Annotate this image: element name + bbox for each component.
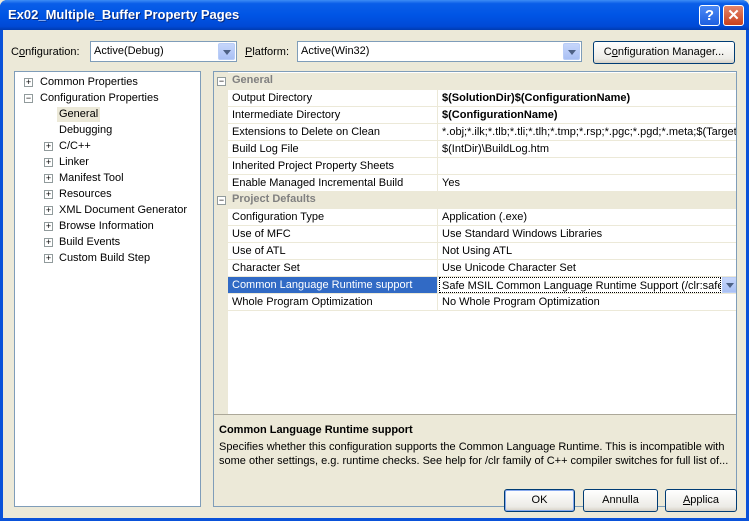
property-row-inherited-property-sheets[interactable]: Inherited Project Property Sheets — [228, 158, 736, 175]
description-text: Specifies whether this configuration sup… — [219, 441, 729, 467]
cancel-button[interactable]: Annulla — [583, 489, 658, 512]
property-row-build-log-file[interactable]: Build Log File $(IntDir)\BuildLog.htm — [228, 141, 736, 158]
property-grid[interactable]: − General Output Directory $(SolutionDir… — [213, 71, 737, 507]
chevron-down-icon[interactable] — [722, 277, 736, 293]
collapse-icon[interactable]: − — [217, 77, 226, 86]
property-row-output-directory[interactable]: Output Directory $(SolutionDir)$(Configu… — [228, 90, 736, 107]
property-row-character-set[interactable]: Character Set Use Unicode Character Set — [228, 260, 736, 277]
property-row-managed-incremental-build[interactable]: Enable Managed Incremental Build Yes — [228, 175, 736, 192]
apply-button[interactable]: Applica — [665, 489, 737, 512]
grid-gutter — [214, 72, 228, 414]
category-project-defaults[interactable]: − Project Defaults — [214, 192, 736, 209]
expand-icon[interactable]: + — [44, 222, 53, 231]
platform-value: Active(Win32) — [301, 45, 370, 57]
clr-support-dropdown[interactable]: Safe MSIL Common Language Runtime Suppor… — [439, 277, 721, 293]
configuration-label: Configuration: — [11, 46, 80, 58]
expand-icon[interactable]: + — [44, 190, 53, 199]
ok-button[interactable]: OK — [504, 489, 575, 512]
close-icon[interactable]: ✕ — [723, 5, 744, 26]
configuration-value: Active(Debug) — [94, 45, 164, 57]
expand-icon[interactable]: + — [44, 142, 53, 151]
configuration-manager-button[interactable]: Configuration Manager... — [593, 41, 735, 64]
category-general[interactable]: − General — [214, 73, 736, 90]
property-row-configuration-type[interactable]: Configuration Type Application (.exe) — [228, 209, 736, 226]
property-tree[interactable]: + Common Properties − Configuration Prop… — [14, 71, 201, 507]
property-row-use-of-atl[interactable]: Use of ATL Not Using ATL — [228, 243, 736, 260]
property-row-clr-support[interactable]: Common Language Runtime support Safe MSI… — [228, 277, 736, 294]
description-panel: Common Language Runtime support Specifie… — [214, 414, 736, 506]
collapse-icon[interactable]: − — [24, 94, 33, 103]
platform-dropdown[interactable]: Active(Win32) — [297, 41, 582, 62]
expand-icon[interactable]: + — [44, 158, 53, 167]
title-bar[interactable]: Ex02_Multiple_Buffer Property Pages ? ✕ — [0, 0, 749, 30]
expand-icon[interactable]: + — [24, 78, 33, 87]
expand-icon[interactable]: + — [44, 238, 53, 247]
expand-icon[interactable]: + — [44, 254, 53, 263]
chevron-down-icon[interactable] — [563, 43, 580, 60]
chevron-down-icon[interactable] — [218, 43, 235, 60]
window-title: Ex02_Multiple_Buffer Property Pages — [8, 7, 240, 22]
platform-label: Platform: — [245, 46, 290, 58]
property-row-intermediate-directory[interactable]: Intermediate Directory $(ConfigurationNa… — [228, 107, 736, 124]
expand-icon[interactable]: + — [44, 206, 53, 215]
property-pages-window: Ex02_Multiple_Buffer Property Pages ? ✕ … — [0, 0, 749, 521]
property-row-use-of-mfc[interactable]: Use of MFC Use Standard Windows Librarie… — [228, 226, 736, 243]
property-row-whole-program-optimization[interactable]: Whole Program Optimization No Whole Prog… — [228, 294, 736, 311]
collapse-icon[interactable]: − — [217, 196, 226, 205]
configuration-dropdown[interactable]: Active(Debug) — [90, 41, 237, 62]
description-title: Common Language Runtime support — [219, 424, 413, 436]
help-icon[interactable]: ? — [699, 5, 720, 26]
property-row-extensions-to-delete[interactable]: Extensions to Delete on Clean *.obj;*.il… — [228, 124, 736, 141]
dialog-client-area: Configuration: Active(Debug) Platform: A… — [3, 30, 746, 518]
expand-icon[interactable]: + — [44, 174, 53, 183]
